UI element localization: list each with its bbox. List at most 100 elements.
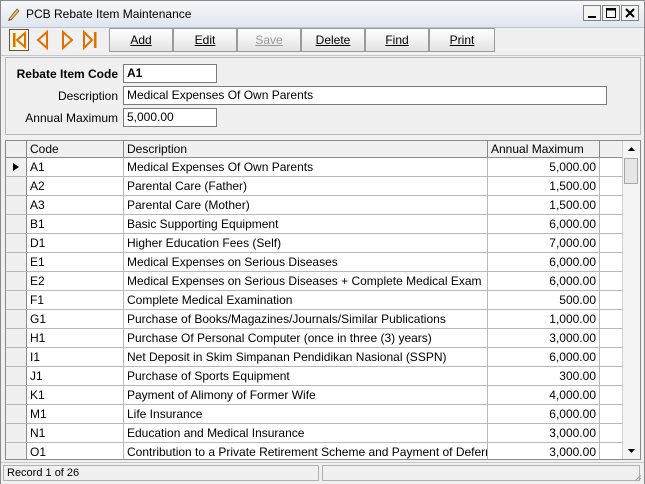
annual-maximum-cell[interactable]: 1,500.00 [488,196,600,214]
table-row[interactable]: M1 Life Insurance 6,000.00 [6,405,623,424]
delete-button[interactable]: Delete [301,28,365,52]
code-cell[interactable]: I1 [27,348,124,366]
annual-maximum-field[interactable]: 5,000.00 [123,108,217,127]
annual-maximum-cell[interactable]: 6,000.00 [488,272,600,290]
row-indicator[interactable] [6,405,27,423]
code-cell[interactable]: N1 [27,424,124,442]
code-cell[interactable]: M1 [27,405,124,423]
code-cell[interactable]: A2 [27,177,124,195]
rebate-items-grid[interactable]: Code Description Annual Maximum A1 Medica… [5,140,641,460]
code-cell[interactable]: J1 [27,367,124,385]
description-cell[interactable]: Net Deposit in Skim Simpanan Pendidikan … [124,348,488,366]
header-description[interactable]: Description [124,141,488,157]
table-row[interactable]: A2 Parental Care (Father) 1,500.00 [6,177,623,196]
scroll-down-icon[interactable] [623,442,640,459]
annual-maximum-cell[interactable]: 6,000.00 [488,253,600,271]
description-cell[interactable]: Medical Expenses on Serious Diseases + C… [124,272,488,290]
annual-maximum-cell[interactable]: 1,500.00 [488,177,600,195]
annual-maximum-cell[interactable]: 6,000.00 [488,405,600,423]
table-row[interactable]: E2 Medical Expenses on Serious Diseases +… [6,272,623,291]
description-cell[interactable]: Purchase of Sports Equipment [124,367,488,385]
code-cell[interactable]: G1 [27,310,124,328]
save-button[interactable]: Save [237,28,301,52]
description-cell[interactable]: Basic Supporting Equipment [124,215,488,233]
description-cell[interactable]: Medical Expenses on Serious Diseases [124,253,488,271]
table-row[interactable]: J1 Purchase of Sports Equipment 300.00 [6,367,623,386]
row-indicator[interactable] [6,253,27,271]
resize-grip-icon[interactable] [632,472,642,482]
description-cell[interactable]: Parental Care (Father) [124,177,488,195]
description-cell[interactable]: Purchase of Books/Magazines/Journals/Sim… [124,310,488,328]
table-row[interactable]: N1 Education and Medical Insurance 3,000.0… [6,424,623,443]
annual-maximum-cell[interactable]: 6,000.00 [488,348,600,366]
annual-maximum-cell[interactable]: 500.00 [488,291,600,309]
annual-maximum-cell[interactable]: 7,000.00 [488,234,600,252]
code-cell[interactable]: E1 [27,253,124,271]
first-record-button[interactable] [9,29,29,51]
table-row[interactable]: O1 Contribution to a Private Retirement S… [6,443,623,459]
table-row[interactable]: A1 Medical Expenses Of Own Parents 5,000.0… [6,158,623,177]
row-indicator[interactable] [6,215,27,233]
row-indicator[interactable] [6,367,27,385]
annual-maximum-cell[interactable]: 4,000.00 [488,386,600,404]
annual-maximum-cell[interactable]: 5,000.00 [488,158,600,176]
code-cell[interactable]: E2 [27,272,124,290]
previous-record-button[interactable] [33,29,53,51]
description-cell[interactable]: Payment of Alimony of Former Wife [124,386,488,404]
add-button[interactable]: Add [109,28,173,52]
table-row[interactable]: F1 Complete Medical Examination 500.00 [6,291,623,310]
description-cell[interactable]: Higher Education Fees (Self) [124,234,488,252]
scroll-up-icon[interactable] [623,141,640,158]
row-indicator[interactable] [6,291,27,309]
edit-button[interactable]: Edit [173,28,237,52]
code-cell[interactable]: O1 [27,443,124,459]
code-cell[interactable]: A3 [27,196,124,214]
row-indicator[interactable] [6,329,27,347]
table-row[interactable]: G1 Purchase of Books/Magazines/Journals/S… [6,310,623,329]
row-indicator[interactable] [6,272,27,290]
annual-maximum-cell[interactable]: 3,000.00 [488,424,600,442]
code-cell[interactable]: K1 [27,386,124,404]
table-row[interactable]: D1 Higher Education Fees (Self) 7,000.00 [6,234,623,253]
rebate-item-code-field[interactable]: A1 [123,64,217,83]
vertical-scrollbar[interactable] [622,141,640,459]
row-indicator[interactable] [6,196,27,214]
code-cell[interactable]: H1 [27,329,124,347]
description-cell[interactable]: Education and Medical Insurance [124,424,488,442]
description-cell[interactable]: Life Insurance [124,405,488,423]
description-cell[interactable]: Purchase Of Personal Computer (once in t… [124,329,488,347]
table-row[interactable]: I1 Net Deposit in Skim Simpanan Pendidika… [6,348,623,367]
description-cell[interactable]: Medical Expenses Of Own Parents [124,158,488,176]
code-cell[interactable]: F1 [27,291,124,309]
annual-maximum-cell[interactable]: 3,000.00 [488,443,600,459]
row-indicator[interactable] [6,158,27,176]
title-bar[interactable]: PCB Rebate Item Maintenance [1,1,644,28]
close-button[interactable] [621,5,639,21]
annual-maximum-cell[interactable]: 300.00 [488,367,600,385]
row-indicator[interactable] [6,386,27,404]
description-cell[interactable]: Contribution to a Private Retirement Sch… [124,443,488,459]
scroll-thumb[interactable] [624,158,638,184]
row-indicator[interactable] [6,234,27,252]
annual-maximum-cell[interactable]: 6,000.00 [488,215,600,233]
code-cell[interactable]: D1 [27,234,124,252]
table-row[interactable]: K1 Payment of Alimony of Former Wife 4,000… [6,386,623,405]
row-indicator[interactable] [6,424,27,442]
row-indicator[interactable] [6,443,27,459]
description-field[interactable]: Medical Expenses Of Own Parents [123,86,607,105]
header-code[interactable]: Code [27,141,124,157]
table-row[interactable]: B1 Basic Supporting Equipment 6,000.00 [6,215,623,234]
annual-maximum-cell[interactable]: 1,000.00 [488,310,600,328]
table-row[interactable]: A3 Parental Care (Mother) 1,500.00 [6,196,623,215]
row-indicator[interactable] [6,310,27,328]
table-row[interactable]: H1 Purchase Of Personal Computer (once in… [6,329,623,348]
code-cell[interactable]: A1 [27,158,124,176]
header-annual-maximum[interactable]: Annual Maximum [488,141,600,157]
description-cell[interactable]: Complete Medical Examination [124,291,488,309]
row-indicator[interactable] [6,348,27,366]
table-row[interactable]: E1 Medical Expenses on Serious Diseases 6,… [6,253,623,272]
row-indicator[interactable] [6,177,27,195]
last-record-button[interactable] [81,29,101,51]
annual-maximum-cell[interactable]: 3,000.00 [488,329,600,347]
print-button[interactable]: Print [429,28,495,52]
